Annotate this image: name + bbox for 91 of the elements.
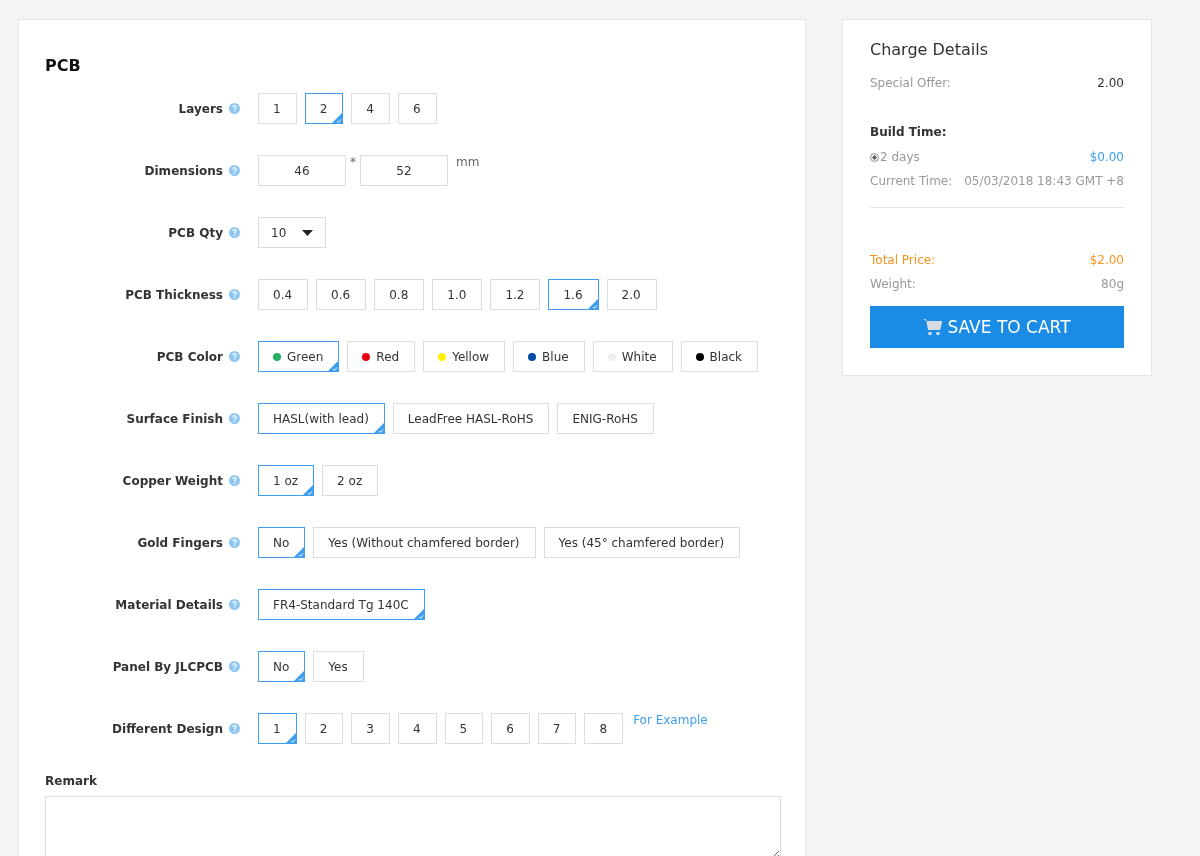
cart-icon	[923, 318, 944, 336]
unit-label: mm	[456, 155, 480, 169]
option-button[interactable]: 2	[304, 93, 344, 124]
option-button[interactable]: 6	[397, 93, 437, 124]
section-title: PCB	[45, 56, 82, 75]
remark-input[interactable]	[45, 796, 781, 856]
option-button[interactable]: 0.8	[374, 279, 425, 310]
help-icon[interactable]	[229, 413, 240, 424]
checkmark-corner-icon	[293, 670, 306, 682]
build-option-label: 2 days	[880, 150, 920, 164]
build-price: $0.00	[1089, 150, 1124, 164]
option-button[interactable]: 1 oz	[258, 465, 315, 496]
option-button[interactable]: LeadFree HASL-RoHS	[392, 403, 550, 434]
option-button[interactable]: Yes (Without chamfered border)	[313, 527, 536, 558]
help-icon[interactable]	[229, 289, 240, 300]
help-icon[interactable]	[229, 599, 240, 610]
help-icon[interactable]	[229, 723, 240, 734]
option-button[interactable]: No	[258, 527, 306, 558]
option-button[interactable]: HASL(with lead)	[258, 403, 385, 434]
option-button[interactable]: Yes (45° chamfered border)	[543, 527, 741, 558]
field-label: PCB Qty	[168, 225, 223, 240]
option-button[interactable]: No	[258, 651, 306, 682]
field-label: PCB Color	[156, 349, 223, 364]
option-button[interactable]: 1.0	[432, 279, 483, 310]
radio-button[interactable]	[870, 152, 879, 162]
field-label: Dimensions	[144, 163, 223, 178]
offer-value: 2.00	[1097, 76, 1124, 90]
field-label: Panel By JLCPCB	[112, 659, 223, 674]
time-label: Current Time:	[870, 174, 953, 188]
quantity-dropdown[interactable]: 10	[258, 217, 326, 248]
caret-icon	[302, 229, 313, 236]
option-button[interactable]: 2.0	[606, 279, 657, 310]
option-button[interactable]: 4	[351, 93, 390, 124]
field-label: PCB Thickness	[125, 287, 223, 302]
total-value: $2.00	[1089, 253, 1124, 267]
option-button[interactable]: Black	[680, 341, 759, 372]
option-button[interactable]: 2	[304, 713, 344, 744]
option-button[interactable]: 4	[397, 713, 437, 744]
option-button[interactable]: Green	[258, 341, 340, 372]
help-icon[interactable]	[229, 475, 240, 486]
save-to-cart-button[interactable]: SAVE TO CART	[870, 306, 1124, 348]
time-value: 05/03/2018 18:43 GMT +8	[964, 174, 1124, 188]
checkmark-corner-icon	[412, 608, 425, 620]
option-button[interactable]: 5	[444, 713, 484, 744]
checkmark-corner-icon	[302, 484, 315, 496]
field-label: Surface Finish	[126, 411, 223, 426]
option-button[interactable]: 2 oz	[322, 465, 379, 496]
offer-label: Special Offer:	[870, 76, 951, 90]
checkmark-corner-icon	[293, 546, 306, 558]
build-time-label: Build Time:	[870, 125, 948, 139]
option-button[interactable]: 8	[584, 713, 624, 744]
option-button[interactable]: 1	[258, 93, 297, 124]
panel-title: Charge Details	[870, 40, 989, 59]
remark-label: Remark	[45, 774, 98, 788]
checkmark-corner-icon	[327, 360, 340, 372]
option-button[interactable]: Yellow	[423, 341, 506, 372]
option-button[interactable]: 1.2	[490, 279, 541, 310]
weight-value: 80g	[1101, 277, 1124, 291]
option-button[interactable]: 1.6	[548, 279, 599, 310]
total-label: Total Price:	[870, 253, 936, 267]
field-label: Material Details	[115, 597, 223, 612]
checkmark-corner-icon	[331, 112, 344, 124]
option-button[interactable]: 3	[351, 713, 390, 744]
option-button[interactable]: 1	[258, 713, 297, 744]
help-icon[interactable]	[229, 661, 240, 672]
option-button[interactable]: 0.6	[316, 279, 367, 310]
option-button[interactable]: FR4-Standard Tg 140C	[258, 589, 425, 620]
times-sign: *	[350, 155, 356, 169]
weight-label: Weight:	[870, 277, 916, 291]
field-label: Different Design	[112, 721, 223, 736]
help-icon[interactable]	[229, 351, 240, 362]
help-icon[interactable]	[229, 537, 240, 548]
help-icon[interactable]	[229, 165, 240, 176]
help-icon[interactable]	[229, 103, 240, 114]
option-button[interactable]: Blue	[513, 341, 585, 372]
checkmark-corner-icon	[586, 298, 599, 310]
option-button[interactable]: 0.4	[258, 279, 309, 310]
option-button[interactable]: 6	[491, 713, 530, 744]
option-button[interactable]: ENIG-RoHS	[557, 403, 654, 434]
width-input[interactable]: 46	[258, 155, 346, 186]
height-input[interactable]: 52	[360, 155, 448, 186]
option-button[interactable]: 7	[537, 713, 577, 744]
checkmark-corner-icon	[372, 422, 385, 434]
field-label: Copper Weight	[122, 473, 223, 488]
option-button[interactable]: Yes	[313, 651, 364, 682]
field-label: Layers	[178, 101, 223, 116]
option-button[interactable]: Red	[347, 341, 416, 372]
help-icon[interactable]	[229, 227, 240, 238]
option-button[interactable]: White	[592, 341, 673, 372]
field-label: Gold Fingers	[137, 535, 223, 550]
checkmark-corner-icon	[284, 732, 297, 744]
